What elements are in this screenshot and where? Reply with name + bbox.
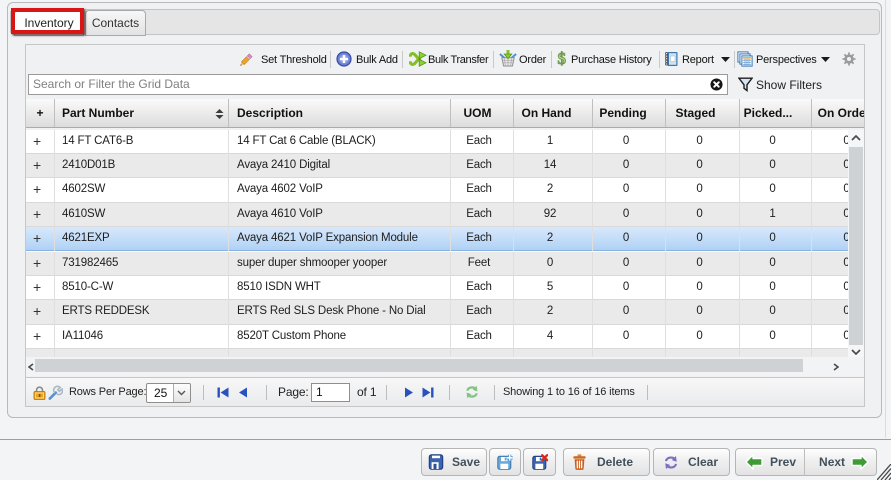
- svg-text:$: $: [558, 50, 567, 67]
